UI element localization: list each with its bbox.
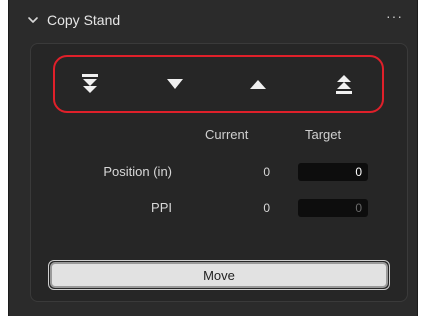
ppi-target-input[interactable]: 0	[298, 199, 368, 217]
up-icon	[250, 80, 266, 89]
down-icon	[167, 79, 183, 89]
panel-title: Copy Stand	[47, 12, 121, 28]
panel-header[interactable]: Copy Stand ···	[9, 0, 417, 40]
ppi-label: PPI	[151, 200, 172, 215]
column-header-target: Target	[305, 127, 342, 142]
double-up-icon	[336, 75, 352, 94]
ppi-current-value: 0	[263, 201, 270, 215]
move-button[interactable]: Move	[50, 262, 388, 288]
jog-fast-up-button[interactable]	[327, 67, 361, 101]
jog-up-button[interactable]	[241, 67, 275, 101]
jog-down-button[interactable]	[158, 67, 192, 101]
jog-fast-down-button[interactable]	[73, 67, 107, 101]
position-label: Position (in)	[103, 164, 172, 179]
position-target-input[interactable]: 0	[298, 163, 368, 181]
column-header-current: Current	[205, 127, 249, 142]
app-root: Copy Stand ··· Current Target Position (…	[0, 0, 421, 316]
position-current-value: 0	[263, 165, 270, 179]
chevron-down-icon[interactable]	[27, 14, 39, 26]
double-down-icon	[82, 74, 98, 93]
more-options-icon[interactable]: ···	[386, 8, 403, 24]
